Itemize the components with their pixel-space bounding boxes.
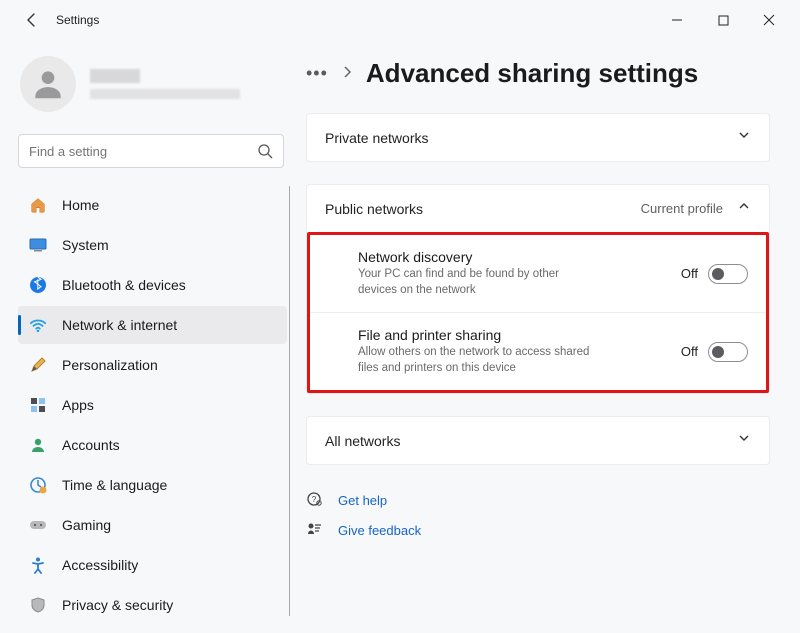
setting-title: File and printer sharing xyxy=(358,327,681,343)
panel-title: Private networks xyxy=(325,130,737,146)
toggle-state-label: Off xyxy=(681,266,698,281)
accounts-icon xyxy=(28,435,48,455)
chevron-down-icon xyxy=(737,431,751,450)
toggle-state-label: Off xyxy=(681,344,698,359)
clock-globe-icon xyxy=(28,475,48,495)
panel-title: All networks xyxy=(325,433,737,449)
profile-name-redacted xyxy=(90,69,140,83)
setting-file-printer-sharing[interactable]: File and printer sharing Allow others on… xyxy=(310,312,766,390)
highlighted-settings-region: Network discovery Your PC can find and b… xyxy=(307,232,769,393)
svg-text:?: ? xyxy=(312,495,317,504)
sidebar-item-label: Bluetooth & devices xyxy=(62,277,186,293)
toggle-file-printer-sharing[interactable] xyxy=(708,342,748,362)
setting-description: Allow others on the network to access sh… xyxy=(358,345,598,376)
sidebar-item-accounts[interactable]: Accounts xyxy=(18,426,287,464)
sidebar-item-accessibility[interactable]: Accessibility xyxy=(18,546,287,584)
sidebar-item-label: Accounts xyxy=(62,437,120,453)
window-title: Settings xyxy=(56,13,99,27)
chevron-up-icon xyxy=(737,199,751,218)
sidebar-item-label: System xyxy=(62,237,109,253)
page-title: Advanced sharing settings xyxy=(366,58,698,89)
wifi-icon xyxy=(28,315,48,335)
sidebar-item-label: Privacy & security xyxy=(62,597,173,613)
avatar xyxy=(20,56,76,112)
sidebar-item-apps[interactable]: Apps xyxy=(18,386,287,424)
search-input[interactable] xyxy=(29,144,257,159)
help-icon: ? xyxy=(306,491,324,509)
setting-network-discovery[interactable]: Network discovery Your PC can find and b… xyxy=(310,235,766,312)
breadcrumb-overflow-button[interactable]: ••• xyxy=(306,63,328,84)
sidebar-item-label: Time & language xyxy=(62,477,167,493)
profile-email-redacted xyxy=(90,89,240,99)
apps-icon xyxy=(28,395,48,415)
home-icon xyxy=(28,195,48,215)
panel-subtitle: Current profile xyxy=(641,201,723,216)
paintbrush-icon xyxy=(28,355,48,375)
sidebar-item-time-language[interactable]: Time & language xyxy=(18,466,287,504)
sidebar-item-home[interactable]: Home xyxy=(18,186,287,224)
link-label: Get help xyxy=(338,493,387,508)
sidebar-item-label: Home xyxy=(62,197,99,213)
search-icon xyxy=(257,143,273,159)
search-box[interactable] xyxy=(18,134,284,168)
bluetooth-icon xyxy=(28,275,48,295)
sidebar-item-network[interactable]: Network & internet xyxy=(18,306,287,344)
minimize-button[interactable] xyxy=(654,4,700,36)
chevron-right-icon xyxy=(342,65,352,83)
shield-icon xyxy=(28,595,48,615)
sidebar-item-label: Personalization xyxy=(62,357,158,373)
link-label: Give feedback xyxy=(338,523,421,538)
panel-private-networks[interactable]: Private networks xyxy=(307,114,769,161)
profile-block[interactable] xyxy=(18,50,290,122)
sidebar-item-personalization[interactable]: Personalization xyxy=(18,346,287,384)
panel-all-networks[interactable]: All networks xyxy=(307,417,769,464)
get-help-link[interactable]: ? Get help xyxy=(306,485,770,515)
sidebar-item-label: Gaming xyxy=(62,517,111,533)
feedback-icon xyxy=(306,521,324,539)
setting-description: Your PC can find and be found by other d… xyxy=(358,267,598,298)
back-button[interactable] xyxy=(20,8,44,32)
sidebar-item-privacy[interactable]: Privacy & security xyxy=(18,586,287,616)
sidebar-item-bluetooth[interactable]: Bluetooth & devices xyxy=(18,266,287,304)
sidebar-item-system[interactable]: System xyxy=(18,226,287,264)
panel-public-networks[interactable]: Public networks Current profile xyxy=(307,185,769,232)
accessibility-icon xyxy=(28,555,48,575)
maximize-button[interactable] xyxy=(700,4,746,36)
sidebar-item-label: Apps xyxy=(62,397,94,413)
panel-title: Public networks xyxy=(325,201,641,217)
system-icon xyxy=(28,235,48,255)
chevron-down-icon xyxy=(737,128,751,147)
gaming-icon xyxy=(28,515,48,535)
sidebar-item-label: Accessibility xyxy=(62,557,138,573)
setting-title: Network discovery xyxy=(358,249,681,265)
sidebar-item-label: Network & internet xyxy=(62,317,177,333)
toggle-network-discovery[interactable] xyxy=(708,264,748,284)
sidebar-item-gaming[interactable]: Gaming xyxy=(18,506,287,544)
give-feedback-link[interactable]: Give feedback xyxy=(306,515,770,545)
close-button[interactable] xyxy=(746,4,792,36)
